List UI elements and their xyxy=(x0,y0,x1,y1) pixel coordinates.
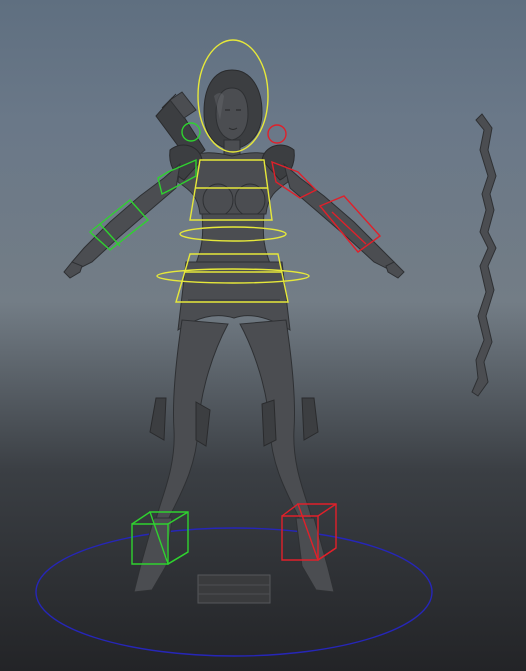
character-mesh[interactable] xyxy=(63,69,405,593)
scene-canvas[interactable] xyxy=(0,0,526,671)
floor-plane-icon xyxy=(197,574,271,604)
maya-viewport[interactable] xyxy=(0,0,526,671)
right-shoulder-control[interactable] xyxy=(267,124,287,144)
bow-prop xyxy=(471,113,497,397)
